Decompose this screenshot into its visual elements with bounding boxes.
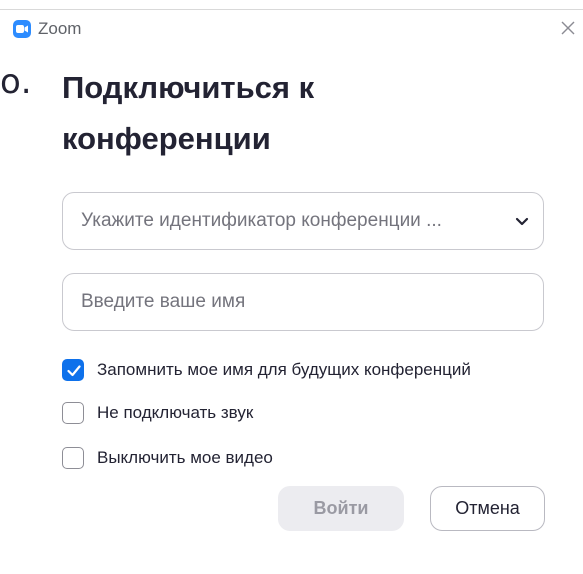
name-field[interactable]	[62, 273, 544, 331]
no-audio-checkbox[interactable]	[62, 402, 84, 424]
overlay-text-fragment: о.	[0, 62, 32, 102]
page-title: Подключиться к конференции	[62, 70, 315, 156]
window-top-border	[0, 9, 583, 10]
title-bar: Zoom	[0, 0, 583, 44]
no-audio-label: Не подключать звук	[97, 403, 254, 422]
video-off-checkbox[interactable]	[62, 447, 84, 469]
cancel-button[interactable]: Отмена	[430, 486, 545, 531]
video-off-label: Выключить мое видео	[97, 448, 273, 467]
zoom-camera-icon	[13, 20, 31, 38]
name-input[interactable]	[81, 274, 521, 330]
join-button[interactable]: Войти	[278, 486, 404, 531]
close-icon[interactable]	[557, 17, 579, 39]
join-meeting-window: Zoom о. Подключиться к конференции Запом…	[0, 0, 583, 574]
remember-name-checkbox[interactable]	[62, 359, 84, 381]
chevron-down-icon[interactable]	[513, 215, 531, 227]
meeting-id-field[interactable]	[62, 192, 544, 250]
meeting-id-input[interactable]	[81, 193, 501, 249]
remember-name-label: Запомнить мое имя для будущих конференци…	[97, 360, 471, 379]
window-title: Zoom	[38, 19, 82, 38]
